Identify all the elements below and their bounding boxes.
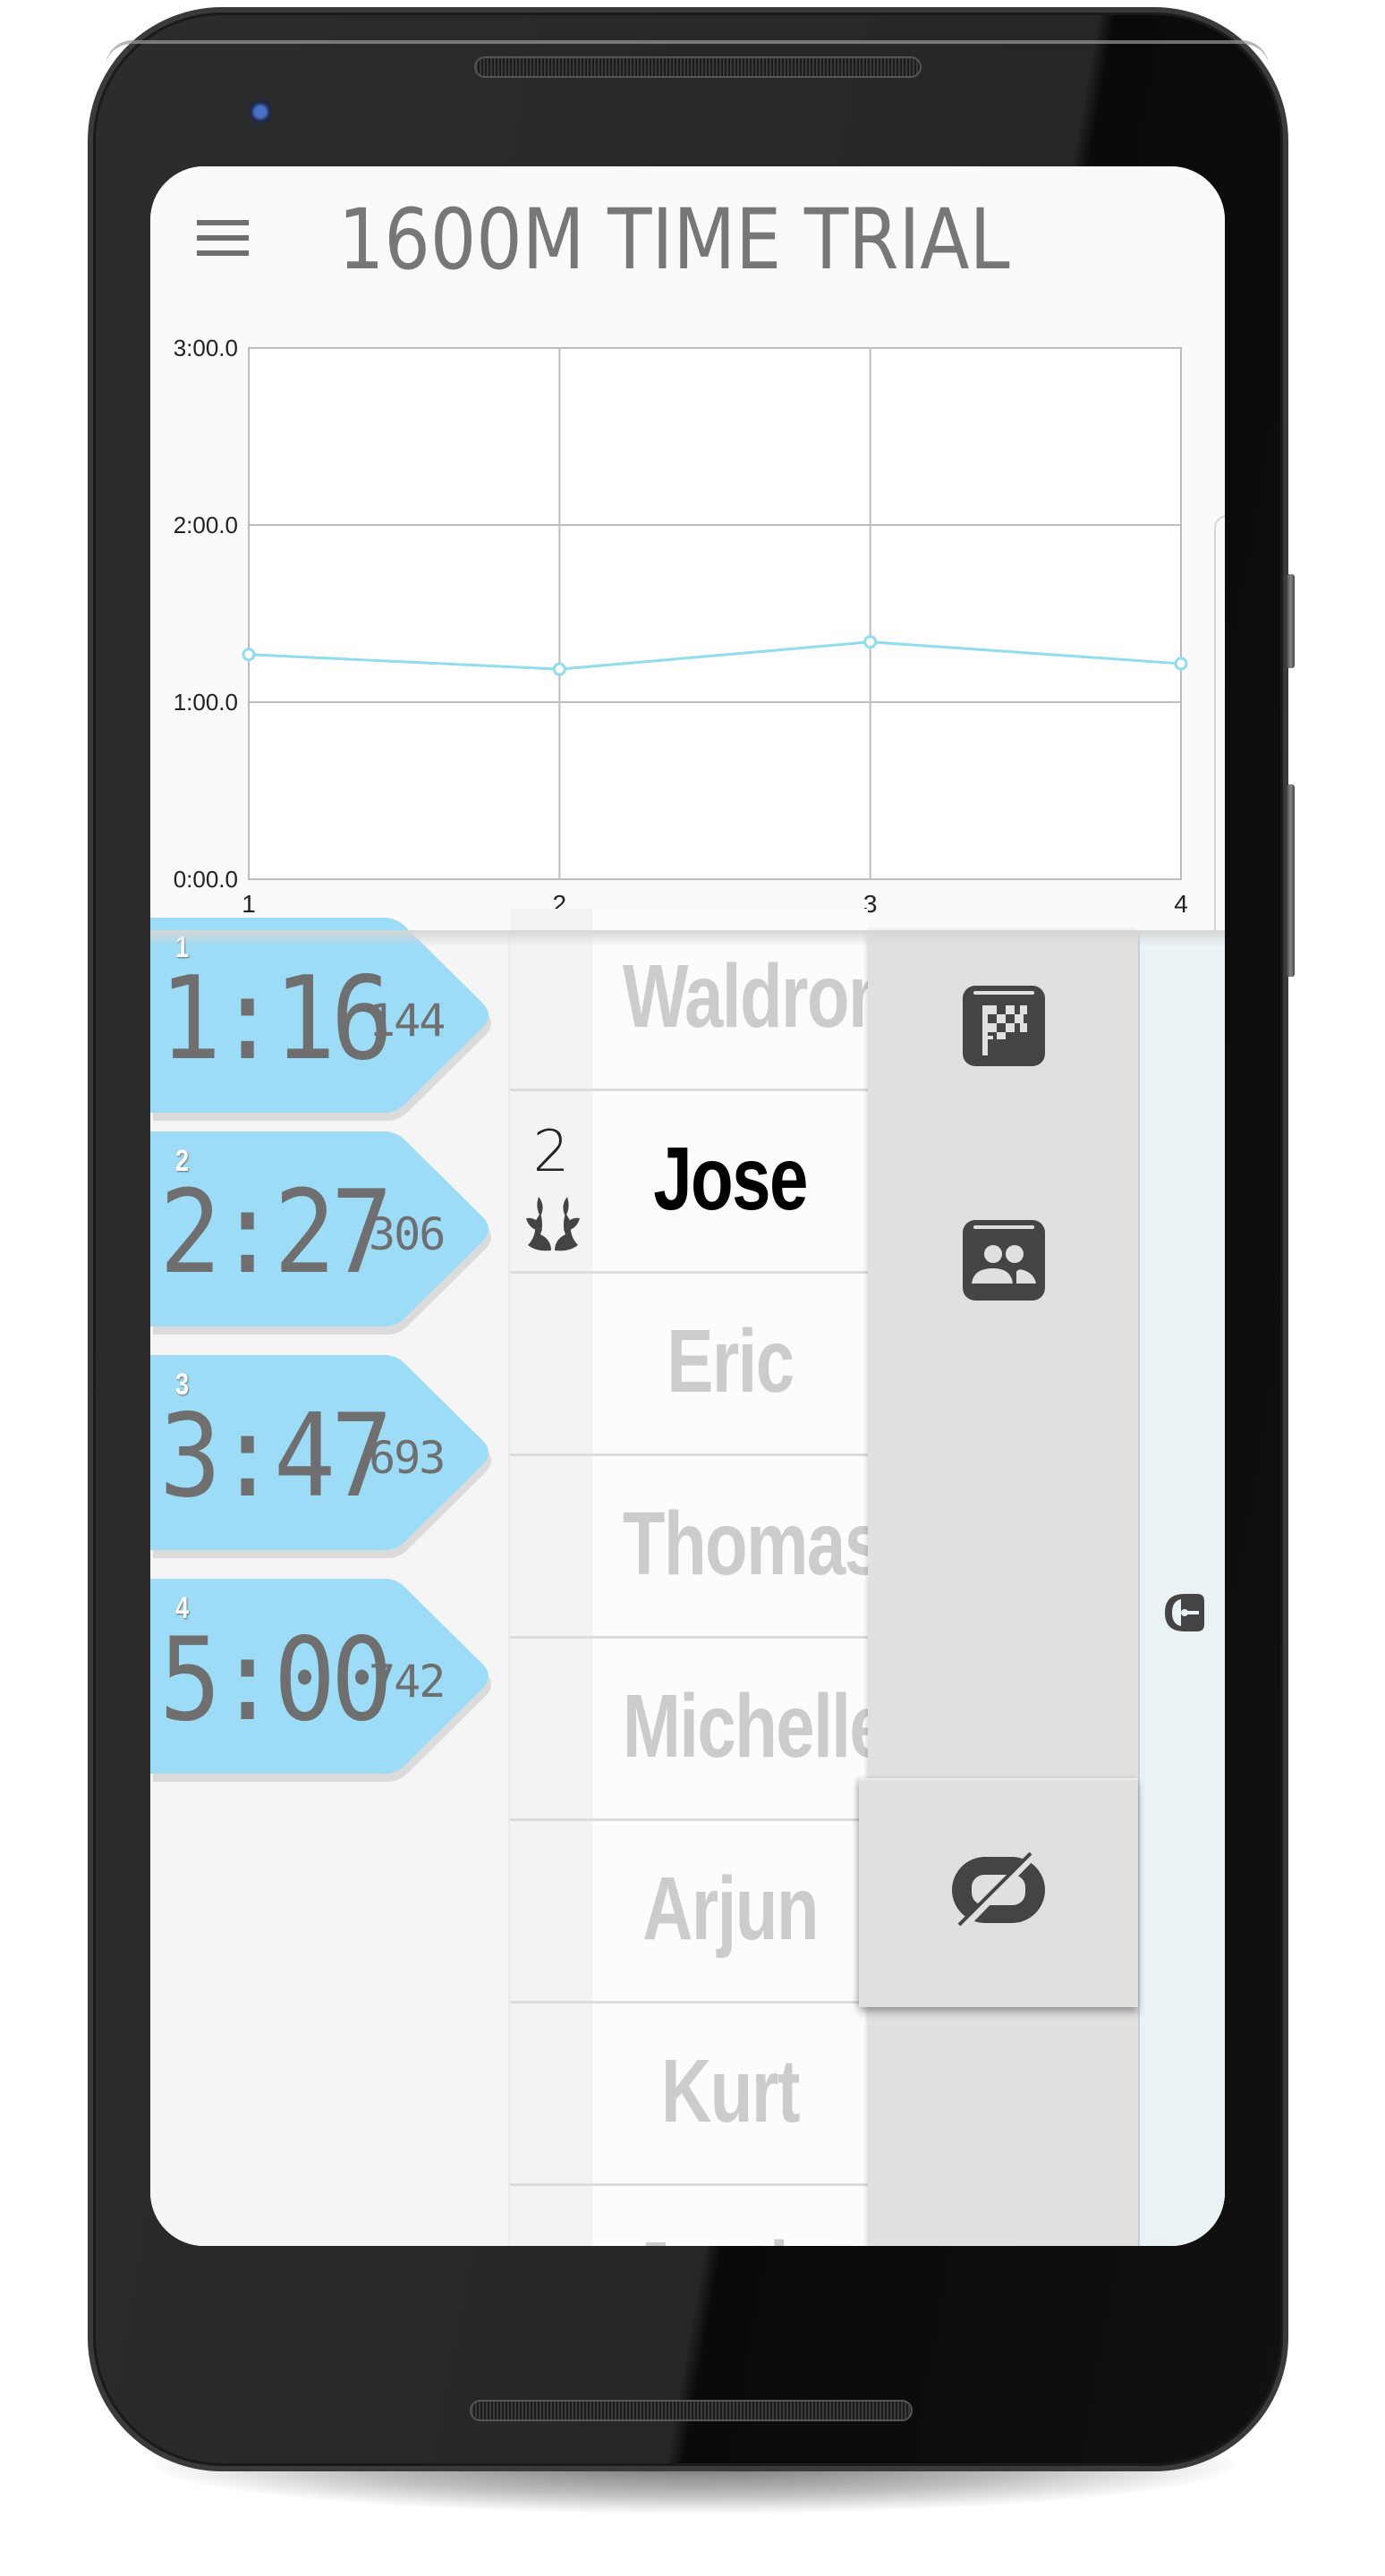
place-column [510,2004,592,2183]
lap-time-main: 5:00 [159,1614,393,1747]
runner-name: Thomas [622,1494,883,1594]
runner-row[interactable]: Waldron [510,909,891,1091]
x-tick-label: 4 [1174,890,1188,918]
runner-name: Justin [623,2229,837,2246]
runner-row[interactable]: Michelle [510,1639,888,1821]
lap-split-pill[interactable]: 4 5:00 742 [150,1579,492,1782]
runner-list: Waldron Jose 2 Eric Thomas Michelle Arjun Kurt J… [508,909,891,2246]
runner-name: Michelle [622,1676,888,1776]
lap-time-ms: 693 [369,1432,446,1484]
top-speaker [474,56,922,78]
runner-row[interactable]: Eric [510,1274,868,1456]
runner-name: Eric [667,1311,794,1411]
finish-button[interactable] [961,984,1047,1070]
y-tick-label: 3:00.0 [174,335,238,361]
lap-time-ms: 144 [369,995,446,1046]
lap-split-pill[interactable]: 1 1:16 144 [150,918,492,1121]
lap-split-pill[interactable]: 3 3:47 693 [150,1355,492,1558]
drawer-handle-icon[interactable] [1163,1592,1206,1633]
lap-time-ms: 742 [369,1656,446,1707]
front-camera [249,94,272,130]
hamburger-menu-icon[interactable] [197,220,249,256]
group-icon [963,1220,1045,1301]
checkered-flag-icon [963,986,1045,1066]
page-title: 1600M TIME TRIAL [338,191,1010,289]
lap-time-main: 3:47 [159,1390,393,1523]
place-column [510,1639,592,1818]
laurel-icon [526,1197,580,1251]
group-button[interactable] [961,1218,1047,1304]
runner-row[interactable]: Kurt [510,2004,868,2186]
drawer-strip [1138,930,1225,2246]
runner-row[interactable]: Justin [510,2186,868,2246]
y-tick-label: 1:00.0 [174,689,238,716]
app-screen: 1600M TIME TRIAL 0:00.0 1:00.0 2:00.0 3:00.… [150,166,1225,2246]
data-point [242,648,256,662]
y-tick-label: 0:00.0 [174,866,238,893]
runner-name: Jose [653,1129,808,1229]
data-point [863,635,878,649]
power-button [1287,574,1295,668]
place-column [510,1456,592,1636]
lap-chart-svg: 0:00.01:00.02:00.03:00.01 2 3 4 [174,335,1188,918]
runner-name: Arjun [642,1859,819,1959]
lap-chart: 0:00.0 1:00.0 2:00.0 3:00.0 1 2 3 4 [150,309,1225,962]
volume-button [1287,784,1295,977]
timer-panel: 1 1:16 144 2 2:27 306 3 3:47 693 4 5:00 742 Waldron… [150,909,1225,2246]
null-slash-icon [952,1852,1045,1932]
peek-card-edge [1214,515,1225,962]
data-point [552,662,566,676]
lap-time-ms: 306 [369,1208,446,1260]
runner-name: Waldron [622,946,891,1046]
lap-split-pill[interactable]: 2 2:27 306 [150,1131,492,1335]
data-point [1174,657,1188,671]
place-column [510,909,592,1089]
x-tick-label: 1 [242,890,256,918]
runner-row[interactable]: Arjun [510,1821,868,2004]
runner-name: Kurt [660,2041,801,2141]
dnf-button[interactable] [859,1778,1138,2007]
place-column [510,1821,592,2001]
y-tick-label: 2:00.0 [174,512,238,538]
app-header: 1600M TIME TRIAL [150,166,1225,309]
action-panel [868,930,1138,2246]
place-column [510,1274,592,1453]
runner-row[interactable]: Jose 2 [510,1091,868,1274]
bottom-speaker [470,2400,913,2421]
place-number: 2 [532,1119,570,1185]
lap-time-main: 1:16 [159,953,393,1086]
place-column [510,2186,592,2246]
lap-time-main: 2:27 [159,1166,393,1300]
plot-area [248,347,1182,880]
runner-row[interactable]: Thomas [510,1456,883,1639]
